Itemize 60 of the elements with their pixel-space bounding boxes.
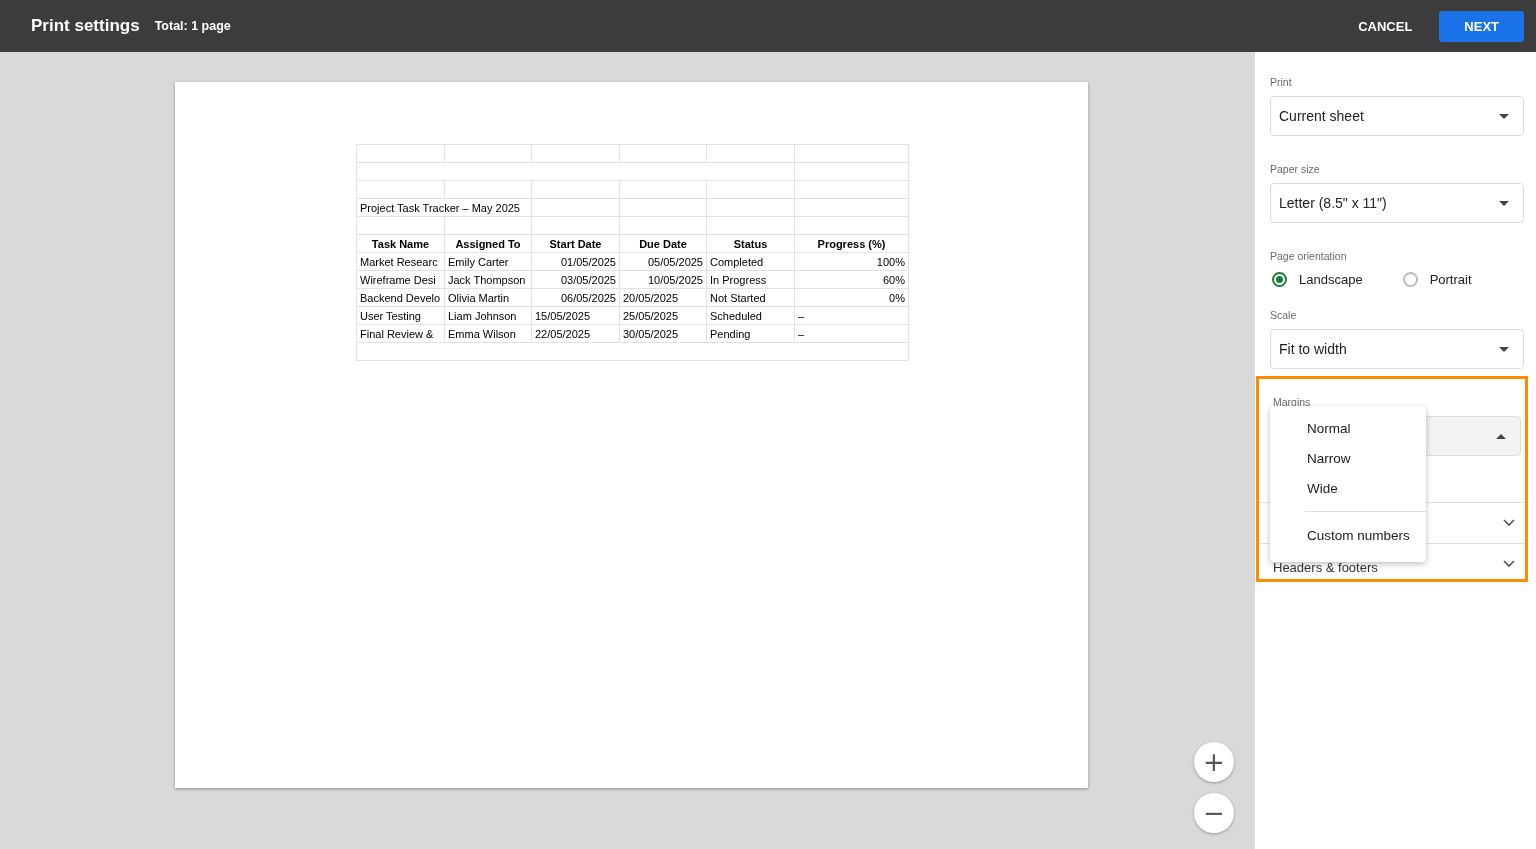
column-header: Status	[706, 234, 795, 253]
caret-icon	[1499, 200, 1509, 206]
orientation-radio[interactable]: Portrait	[1402, 272, 1472, 287]
table-cell: Not Started	[706, 288, 795, 307]
table-cell: Pending	[706, 324, 795, 343]
sheet-title: Project Task Tracker – May 2025	[356, 198, 532, 217]
menu-item[interactable]: Normal	[1270, 413, 1426, 443]
column-header: Assigned To	[444, 234, 532, 253]
table-cell: 100%	[794, 252, 909, 271]
table-cell: 10/05/2025	[619, 270, 707, 289]
table-cell: 25/05/2025	[619, 306, 707, 325]
column-header: Start Date	[531, 234, 620, 253]
caret-icon	[1499, 113, 1509, 119]
table-cell: –	[794, 306, 909, 325]
menu-item[interactable]: Wide	[1270, 473, 1426, 503]
table-cell: Liam Johnson	[444, 306, 532, 325]
table-cell: 22/05/2025	[531, 324, 620, 343]
table-cell: Backend Develo	[356, 288, 445, 307]
zoom-in-button[interactable]: +	[1194, 742, 1234, 782]
table-cell: Emily Carter	[444, 252, 532, 271]
table-cell: 03/05/2025	[531, 270, 620, 289]
table-cell: 01/05/2025	[531, 252, 620, 271]
table-cell: 30/05/2025	[619, 324, 707, 343]
table-cell: Jack Thompson	[444, 270, 532, 289]
column-header: Task Name	[356, 234, 445, 253]
table-cell: 06/05/2025	[531, 288, 620, 307]
table-cell: Scheduled	[706, 306, 795, 325]
menu-item[interactable]: Narrow	[1270, 443, 1426, 473]
field-label: Paper size	[1270, 163, 1321, 175]
page-count: Total: 1 page	[154, 19, 231, 33]
table-cell: In Progress	[706, 270, 795, 289]
table-cell: Market Researc	[356, 252, 445, 271]
scale-select[interactable]: Fit to width	[1270, 329, 1524, 369]
table-cell: 60%	[794, 270, 909, 289]
caret-icon	[1499, 346, 1509, 352]
table-cell: Olivia Martin	[444, 288, 532, 307]
column-header: Progress (%)	[794, 234, 909, 253]
field-label: Margins	[1273, 396, 1312, 408]
table-cell: Emma Wilson	[444, 324, 532, 343]
field-label: Print	[1270, 76, 1293, 88]
table-cell: –	[794, 324, 909, 343]
zoom-out-button[interactable]: −	[1194, 793, 1234, 833]
table-cell: Wireframe Desi	[356, 270, 445, 289]
table-cell: Completed	[706, 252, 795, 271]
field-label: Page orientation	[1270, 250, 1348, 262]
table-cell: 0%	[794, 288, 909, 307]
page-title: Print settings	[31, 16, 140, 36]
caret-icon	[1496, 433, 1506, 439]
print-select[interactable]: Current sheet	[1270, 96, 1524, 136]
table-cell: 20/05/2025	[619, 288, 707, 307]
table-cell: Final Review &	[356, 324, 445, 343]
paper-size-select[interactable]: Letter (8.5" x 11")	[1270, 183, 1524, 223]
orientation-radio[interactable]: Landscape	[1272, 272, 1363, 287]
table-cell: User Testing	[356, 306, 445, 325]
field-label: Scale	[1270, 309, 1298, 321]
table-cell: 05/05/2025	[619, 252, 707, 271]
cancel-button[interactable]: CANCEL	[1341, 10, 1430, 42]
column-header: Due Date	[619, 234, 707, 253]
next-button[interactable]: NEXT	[1439, 10, 1524, 42]
table-cell: 15/05/2025	[531, 306, 620, 325]
